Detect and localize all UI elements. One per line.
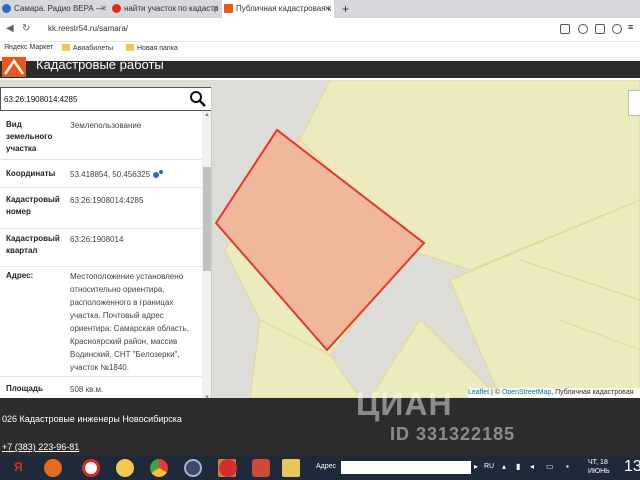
info-value: 63:26:1908014 [70,235,124,244]
panel-scrollbar[interactable]: ▲ ▼ [202,111,211,405]
info-value: 508 кв.м. [70,385,104,394]
back-icon[interactable]: ◀ [6,23,14,34]
attribution-separator: | © [489,389,502,396]
yandex-favicon-icon [112,4,121,13]
site-title[interactable]: Кадастровые работы [36,57,164,72]
bookmarks-icon[interactable] [560,24,570,34]
key-icon[interactable] [578,24,588,34]
eye-icon[interactable] [184,459,202,477]
site-logo-icon[interactable] [2,57,26,77]
bookmark-label: Новая папка [137,45,178,52]
scrollbar-thumb[interactable] [203,167,211,271]
search-input[interactable] [4,92,184,106]
close-icon[interactable]: ✕ [324,0,331,18]
search-box [0,87,211,111]
taskbar-address-label: Адрес [316,463,337,470]
settings-icon[interactable] [612,24,622,34]
watermark-logo: ЦИАН [356,386,453,422]
site-favicon-icon [224,4,233,13]
address-go-icon[interactable]: ▸ [474,462,478,471]
info-value: Местоположение установлено относительно … [70,272,189,372]
attribution-rest: , Публичная кадастровая [551,389,634,396]
windows-taskbar: Я Адрес ▸ RU ▴ ▮ ◂ ▭ ▪ ЧТ, 18 ИЮНЬ 13 [0,456,640,480]
bookmark-avia[interactable]: Авиабилеты [62,44,113,52]
url-field[interactable]: kk.reestr54.ru/samara/ [48,24,128,33]
tab-search[interactable]: найти участок по кадастр ✕ [110,0,222,18]
bookmark-new-folder[interactable]: Новая папка [126,44,178,52]
close-icon[interactable]: ✕ [212,0,219,18]
info-row-address: Адрес: Местоположение установлено относи… [0,267,202,377]
layers-control[interactable] [628,90,640,116]
tab-label: найти участок по кадастр [124,4,219,13]
network-icon[interactable]: ▮ [516,462,520,471]
info-row-cadastral-number: Кадастровый номер 63:26:1908014:4285 [0,188,202,229]
folder-icon [126,44,134,51]
app-icon[interactable] [252,459,270,477]
site-footer: 026 Кадастровые инженеры Новосибирска +7… [0,398,640,456]
info-label: Координаты [6,169,56,178]
footer-phone-link[interactable]: +7 (383) 223-96-81 [2,442,79,452]
osm-link[interactable]: OpenStreetMap [502,389,551,396]
browser-tab-bar: Самара. Радио ВЕРА — ✕ найти участок по … [0,0,640,18]
taskbar-address-input[interactable] [341,461,471,474]
menu-icon[interactable]: ≡ [628,22,638,32]
footer-company: 026 Кадастровые инженеры Новосибирска [2,414,182,424]
info-row-land-type: Вид земельного участка Землепользование [0,111,202,160]
new-tab-button[interactable]: + [342,0,349,18]
info-row-coordinates: Координаты 53.418854, 50.456325 [0,160,202,188]
watermark-id: ID 331322185 [390,424,516,444]
info-label: Кадастровый номер [6,195,60,216]
bookmark-yandex-market[interactable]: Яндекс Маркет [4,44,53,51]
info-value: 63:26:1908014:4285 [70,196,144,205]
map-attribution: Leaflet | © OpenStreetMap, Публичная кад… [468,388,640,398]
close-icon[interactable]: ✕ [100,0,107,18]
app-icon[interactable] [116,459,134,477]
opera-icon[interactable] [219,459,237,477]
notification-icon[interactable]: ▪ [566,462,569,471]
firefox-icon[interactable] [44,459,62,477]
bookmark-label: Авиабилеты [73,45,114,52]
bookmarks-bar: Яндекс Маркет Авиабилеты Новая папка [0,42,640,56]
taskbar-clock[interactable]: 13 [624,458,640,476]
language-indicator[interactable]: RU [484,463,494,470]
folder-icon [62,44,70,51]
site-favicon-icon [2,4,11,13]
tab-public-cadastral-map[interactable]: Публичная кадастровая к ✕ [222,0,334,18]
yandex-browser-icon[interactable] [82,459,100,477]
info-label: Адрес: [6,271,34,280]
taskbar-date-day: ЧТ, 18 [588,459,608,466]
info-label: Вид земельного участка [6,120,53,153]
keyboard-icon[interactable]: ▭ [546,462,554,471]
location-pin-icon[interactable] [152,168,164,180]
reload-icon[interactable]: ↻ [22,23,30,34]
tray-expand-icon[interactable]: ▴ [502,462,506,471]
folder-icon[interactable] [282,459,300,477]
tab-radio-vera[interactable]: Самара. Радио ВЕРА — ✕ [0,0,110,18]
address-bar: ◀ ↻ kk.reestr54.ru/samara/ ≡ [0,18,640,42]
volume-icon[interactable]: ◂ [530,462,534,471]
leaflet-link[interactable]: Leaflet [468,389,489,396]
chrome-icon[interactable] [150,459,168,477]
scroll-up-icon[interactable]: ▲ [204,112,210,118]
tab-label: Публичная кадастровая к [236,4,332,13]
info-label: Кадастровый квартал [6,234,60,255]
info-value[interactable]: 53.418854, 50.456325 [70,168,190,181]
camera-icon[interactable] [595,24,605,34]
tab-label: Самара. Радио ВЕРА — [14,4,104,13]
yandex-icon[interactable]: Я [14,460,23,474]
search-icon[interactable] [189,90,207,108]
parcel-info-panel: Вид земельного участка Землепользование … [0,87,212,405]
taskbar-date-month: ИЮНЬ [588,468,610,475]
info-row-cadastral-quarter: Кадастровый квартал 63:26:1908014 [0,229,202,267]
info-value: Землепользование [70,121,142,130]
